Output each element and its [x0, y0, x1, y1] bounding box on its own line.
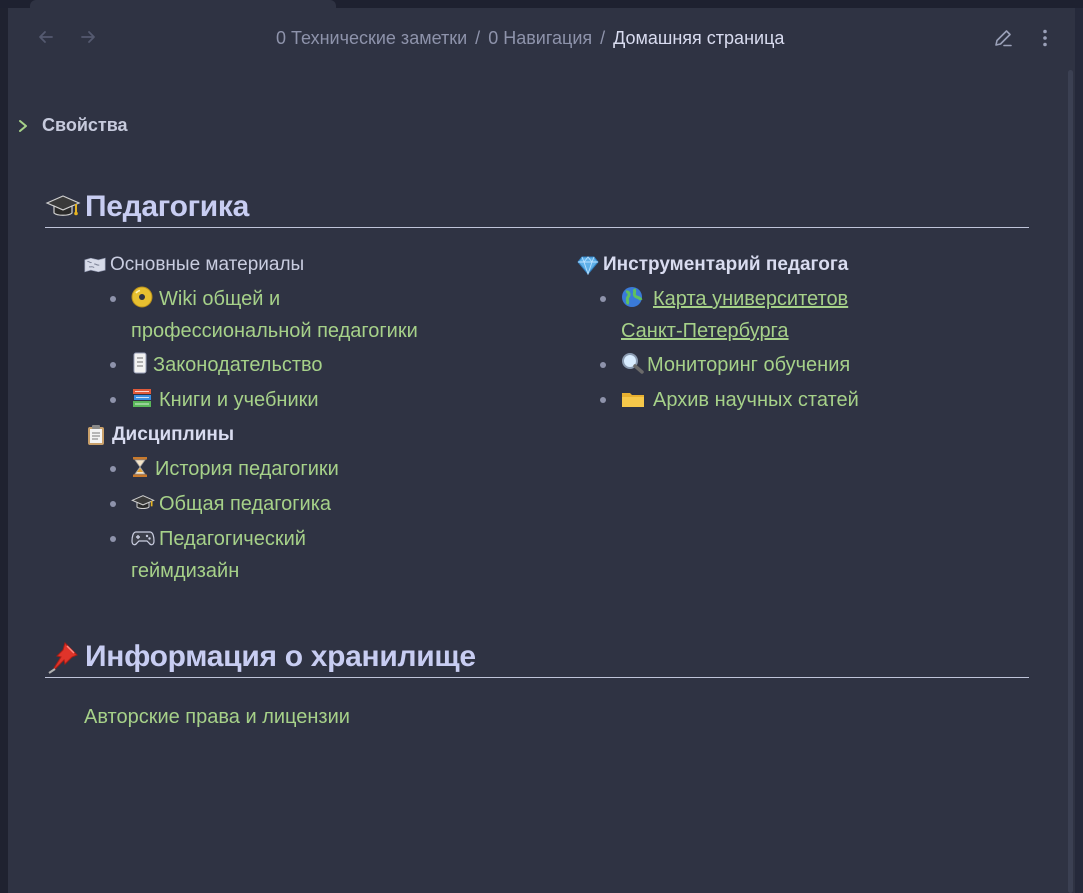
gem-icon — [577, 255, 599, 275]
list-item-wiki: Wiki общей и профессиональной педагогики — [131, 283, 418, 347]
group-disciplines-title: Дисциплины — [112, 424, 235, 445]
list-item-gamedesign: Педагогический геймдизайн — [131, 523, 306, 587]
group-disciplines: Дисциплины — [86, 424, 234, 446]
list-bullet — [600, 397, 606, 403]
list-bullet — [600, 362, 606, 368]
list-item-monitoring: Мониторинг обучения — [621, 349, 850, 381]
list-bullet — [110, 397, 116, 403]
scrollbar-thumb[interactable] — [1068, 70, 1073, 893]
pencil-icon — [995, 30, 1012, 47]
link-gamedesign-line1[interactable]: Педагогический — [159, 528, 306, 550]
back-button[interactable] — [33, 24, 59, 50]
edit-button[interactable] — [989, 24, 1017, 52]
folder-icon — [621, 387, 644, 407]
breadcrumb-item-navigation[interactable]: 0 Навигация — [488, 28, 592, 49]
arrow-right-icon — [81, 31, 95, 43]
breadcrumb: 0 Технические заметки / 0 Навигация / До… — [276, 26, 784, 50]
link-wiki-line1[interactable]: Wiki общей и — [159, 288, 280, 310]
heading-pedagogy: Педагогика — [45, 186, 1029, 228]
list-bullet — [600, 296, 606, 302]
heading-storage-info: Информация о хранилище — [45, 636, 1029, 678]
heading-pedagogy-text: Педагогика — [85, 189, 250, 223]
link-gamedesign-line2[interactable]: геймдизайн — [131, 560, 239, 582]
disc-icon — [131, 286, 153, 308]
heading-storage-info-text: Информация о хранилище — [85, 639, 476, 673]
gamepad-icon — [131, 526, 155, 546]
link-monitoring[interactable]: Мониторинг обучения — [647, 354, 850, 376]
chevron-right-icon — [19, 119, 27, 132]
link-general[interactable]: Общая педагогика — [159, 493, 331, 515]
link-archive[interactable]: Архив научных статей — [653, 389, 859, 411]
more-vertical-icon — [1043, 29, 1047, 47]
breadcrumb-separator: / — [600, 27, 606, 48]
group-main-materials: Основные материалы — [84, 254, 304, 276]
group-teacher-tools-title: Инструментарий педагога — [603, 254, 849, 275]
scroll-icon — [131, 352, 149, 374]
list-bullet — [110, 362, 116, 368]
globe-icon — [621, 286, 643, 307]
group-main-materials-title: Основные материалы — [110, 254, 305, 275]
list-bullet — [110, 501, 116, 507]
list-bullet — [110, 296, 116, 302]
link-copyright-licenses[interactable]: Авторские права и лицензии — [84, 706, 350, 728]
graduation-cap-icon — [131, 491, 155, 511]
breadcrumb-separator: / — [475, 27, 481, 48]
list-item-legislation: Законодательство — [131, 349, 323, 381]
more-options-button[interactable] — [1031, 24, 1059, 52]
world-map-icon — [84, 255, 106, 275]
books-icon — [131, 387, 153, 407]
link-legislation[interactable]: Законодательство — [153, 354, 323, 376]
group-teacher-tools: Инструментарий педагога — [577, 254, 848, 276]
list-item-archive: Архив научных статей — [621, 384, 859, 416]
link-history[interactable]: История педагогики — [155, 458, 339, 480]
storage-link-row: Авторские права и лицензии — [84, 701, 350, 733]
forward-button[interactable] — [75, 24, 101, 50]
magnifier-icon — [621, 352, 644, 374]
link-university-map-line2[interactable]: Санкт-Петербурга — [621, 320, 789, 342]
properties-label: Свойства — [42, 115, 128, 135]
list-item-general: Общая педагогика — [131, 488, 331, 520]
clipboard-icon — [86, 425, 108, 445]
breadcrumb-item-home-page[interactable]: Домашняя страница — [613, 28, 784, 49]
pushpin-icon — [45, 640, 85, 674]
breadcrumb-item-tech-notes[interactable]: 0 Технические заметки — [276, 28, 467, 49]
active-tab-edge[interactable] — [30, 0, 336, 8]
scrollbar-track[interactable] — [1075, 8, 1083, 893]
graduation-cap-icon — [45, 190, 85, 224]
link-wiki-line2[interactable]: профессиональной педагогики — [131, 320, 418, 342]
list-item-books: Книги и учебники — [131, 384, 319, 416]
note-pane — [8, 8, 1075, 893]
list-item-university-map: Карта университетов Санкт-Петербурга — [621, 283, 848, 347]
arrow-left-icon — [39, 31, 53, 43]
list-bullet — [110, 536, 116, 542]
list-bullet — [110, 466, 116, 472]
properties-toggle[interactable]: Свойства — [16, 115, 128, 136]
link-books[interactable]: Книги и учебники — [159, 389, 319, 411]
hourglass-icon — [131, 456, 149, 477]
list-item-history: История педагогики — [131, 453, 339, 485]
link-university-map-line1[interactable]: Карта университетов — [653, 288, 848, 310]
